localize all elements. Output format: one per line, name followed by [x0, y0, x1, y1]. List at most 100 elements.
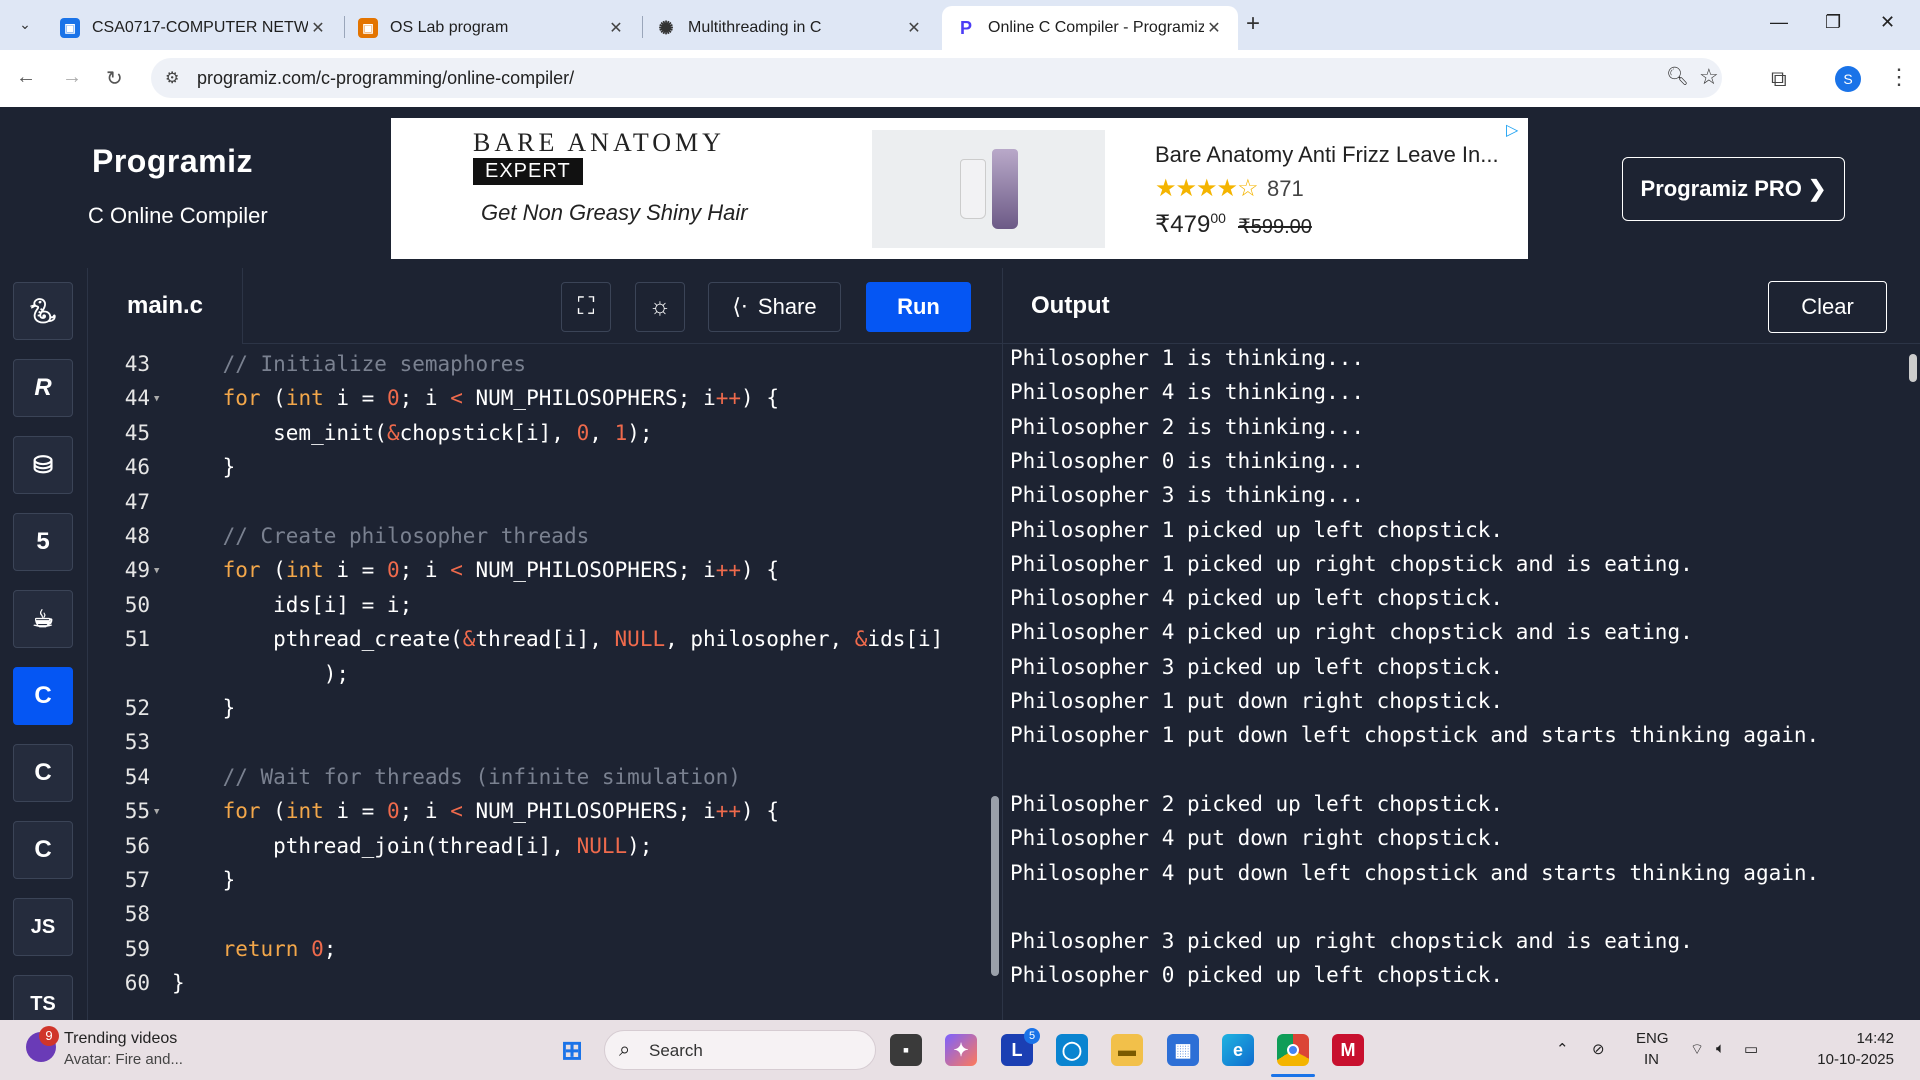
- app-o-icon[interactable]: ◯: [1056, 1034, 1088, 1066]
- volume-icon[interactable]: 🔈︎: [1716, 1040, 1725, 1057]
- code-editor[interactable]: 43 // Initialize semaphores 44 ▼ for (int …: [88, 344, 1002, 1020]
- code-line[interactable]: for (int i = 0; i < NUM_PHILOSOPHERS; i+…: [172, 799, 779, 823]
- sql-database-icon[interactable]: ⛁: [13, 436, 73, 494]
- editor-scrollbar[interactable]: [990, 344, 1000, 1020]
- line-number: 59: [124, 936, 150, 961]
- bookmark-star-icon[interactable]: ☆: [1699, 64, 1719, 90]
- line-number: 43: [124, 352, 150, 376]
- code-line[interactable]: }: [172, 971, 185, 995]
- file-explorer-icon[interactable]: ▬: [1111, 1034, 1143, 1066]
- microsoft-store-icon[interactable]: ▦: [1167, 1034, 1199, 1066]
- code-line[interactable]: }: [172, 868, 236, 892]
- cpp-icon[interactable]: C: [13, 744, 73, 802]
- notification-badge: 9: [39, 1026, 59, 1046]
- mcafee-icon[interactable]: M: [1332, 1034, 1364, 1066]
- code-line[interactable]: sem_init(&chopstick[i], 0, 1);: [172, 421, 652, 445]
- code-line[interactable]: // Initialize semaphores: [172, 352, 526, 376]
- advertisement-banner[interactable]: BARE ANATOMY EXPERT Get Non Greasy Shiny…: [391, 118, 1528, 259]
- product-image: [872, 130, 1105, 248]
- new-tab-button[interactable]: +: [1246, 12, 1260, 36]
- code-line[interactable]: }: [172, 455, 236, 479]
- code-line[interactable]: for (int i = 0; i < NUM_PHILOSOPHERS; i+…: [172, 558, 779, 582]
- output-line: Philosopher 3 picked up left chopstick.: [1010, 654, 1504, 679]
- html5-icon[interactable]: 5: [13, 513, 73, 571]
- tab-os-lab[interactable]: ▣ OS Lab program ✕: [344, 6, 640, 50]
- url-text[interactable]: programiz.com/c-programming/online-compi…: [197, 68, 574, 89]
- site-info-icon[interactable]: ⚙: [165, 68, 179, 88]
- widget-subtitle[interactable]: Avatar: Fire and...: [64, 1051, 183, 1068]
- copilot-icon[interactable]: ✦: [945, 1034, 977, 1066]
- windows-start-icon[interactable]: ⊞: [556, 1034, 588, 1066]
- theme-toggle-icon[interactable]: ☼: [635, 282, 685, 332]
- edge-icon[interactable]: e: [1222, 1034, 1254, 1066]
- forward-button[interactable]: →: [62, 66, 82, 89]
- java-icon[interactable]: ☕︎: [13, 590, 73, 648]
- tab-search-button[interactable]: ⌄: [14, 11, 36, 37]
- file-tab-main-c[interactable]: main.c: [88, 268, 243, 344]
- restore-button[interactable]: ❐: [1825, 12, 1841, 33]
- programiz-pro-button[interactable]: Programiz PRO ❯: [1622, 157, 1845, 221]
- clear-button[interactable]: Clear: [1768, 281, 1887, 333]
- output-scroll-thumb[interactable]: [1909, 354, 1917, 382]
- omnibox[interactable]: ⚙ programiz.com/c-programming/online-com…: [151, 58, 1722, 98]
- back-button[interactable]: ←: [16, 66, 36, 89]
- code-line[interactable]: // Wait for threads (infinite simulation…: [172, 765, 741, 789]
- run-button[interactable]: Run: [866, 282, 971, 332]
- close-window-button[interactable]: ✕: [1880, 12, 1895, 33]
- wifi-icon[interactable]: ⌔: [1690, 1040, 1704, 1059]
- output-line: Philosopher 2 picked up left chopstick.: [1010, 791, 1504, 816]
- output-scrollbar[interactable]: [1907, 344, 1919, 1020]
- tab-multithreading[interactable]: ✺ Multithreading in C ✕: [642, 6, 938, 50]
- widget-title[interactable]: Trending videos: [64, 1030, 177, 1048]
- fullscreen-icon[interactable]: ⛶: [561, 282, 611, 332]
- code-line[interactable]: }: [172, 696, 236, 720]
- code-line[interactable]: return 0;: [172, 937, 337, 961]
- output-console[interactable]: Philosopher 1 is thinking... Philosopher …: [1002, 344, 1920, 1020]
- app-badge: 5: [1024, 1028, 1040, 1044]
- close-icon[interactable]: ✕: [308, 18, 328, 38]
- line-number: 52: [124, 696, 150, 720]
- c-language-icon[interactable]: C: [13, 667, 73, 725]
- adchoices-icon[interactable]: ▷: [1506, 120, 1518, 140]
- code-line[interactable]: pthread_join(thread[i], NULL);: [172, 834, 652, 858]
- clock-date[interactable]: 10-10-2025: [1786, 1051, 1894, 1068]
- more-menu-icon[interactable]: ⋮: [1888, 64, 1910, 90]
- python-icon[interactable]: 🐍︎: [13, 282, 73, 340]
- zoom-icon[interactable]: 🔍︎: [1666, 66, 1689, 87]
- code-line[interactable]: ids[i] = i;: [172, 593, 412, 617]
- clock-time[interactable]: 14:42: [1814, 1030, 1894, 1047]
- javascript-icon[interactable]: JS: [13, 898, 73, 956]
- output-line: Philosopher 1 picked up left chopstick.: [1010, 517, 1504, 542]
- tab-online-c-compiler[interactable]: P Online C Compiler - Programiz ✕: [942, 6, 1238, 50]
- reload-button[interactable]: ↻: [106, 66, 123, 91]
- weather-widget-icon[interactable]: 9: [26, 1026, 59, 1062]
- fold-toggle-icon[interactable]: ▼: [154, 394, 159, 404]
- tab-csa0717[interactable]: ▣ CSA0717-COMPUTER NETWOR ✕: [46, 6, 342, 50]
- fold-toggle-icon[interactable]: ▼: [154, 566, 159, 576]
- chevron-up-icon[interactable]: ⌃: [1556, 1040, 1569, 1058]
- code-line[interactable]: pthread_create(&thread[i], NULL, philoso…: [172, 627, 943, 651]
- line-number: 57: [124, 868, 150, 892]
- region-indicator[interactable]: IN: [1644, 1051, 1659, 1068]
- profile-avatar[interactable]: S: [1835, 66, 1861, 92]
- close-icon[interactable]: ✕: [1204, 18, 1224, 38]
- code-line[interactable]: for (int i = 0; i < NUM_PHILOSOPHERS; i+…: [172, 386, 779, 410]
- r-language-icon[interactable]: R: [13, 359, 73, 417]
- editor-scroll-thumb[interactable]: [991, 796, 999, 976]
- fold-toggle-icon[interactable]: ▼: [154, 807, 159, 817]
- minimize-button[interactable]: —: [1770, 12, 1788, 33]
- language-indicator[interactable]: ENG: [1636, 1030, 1669, 1047]
- programiz-logo[interactable]: Programiz: [92, 143, 253, 180]
- extensions-icon[interactable]: ⧉: [1771, 66, 1787, 92]
- code-line[interactable]: // Create philosopher threads: [172, 524, 590, 548]
- code-line[interactable]: );: [172, 662, 349, 686]
- share-button[interactable]: ⟨⋅ Share: [708, 282, 841, 332]
- battery-icon[interactable]: ▭: [1744, 1040, 1758, 1058]
- csharp-icon[interactable]: C: [13, 821, 73, 879]
- close-icon[interactable]: ✕: [904, 18, 924, 38]
- taskbar-search[interactable]: ⌕ Search: [604, 1030, 876, 1070]
- network-status-icon[interactable]: ⊘: [1592, 1040, 1605, 1058]
- chrome-icon[interactable]: [1277, 1034, 1309, 1066]
- task-view-icon[interactable]: ▪: [890, 1034, 922, 1066]
- close-icon[interactable]: ✕: [606, 18, 626, 38]
